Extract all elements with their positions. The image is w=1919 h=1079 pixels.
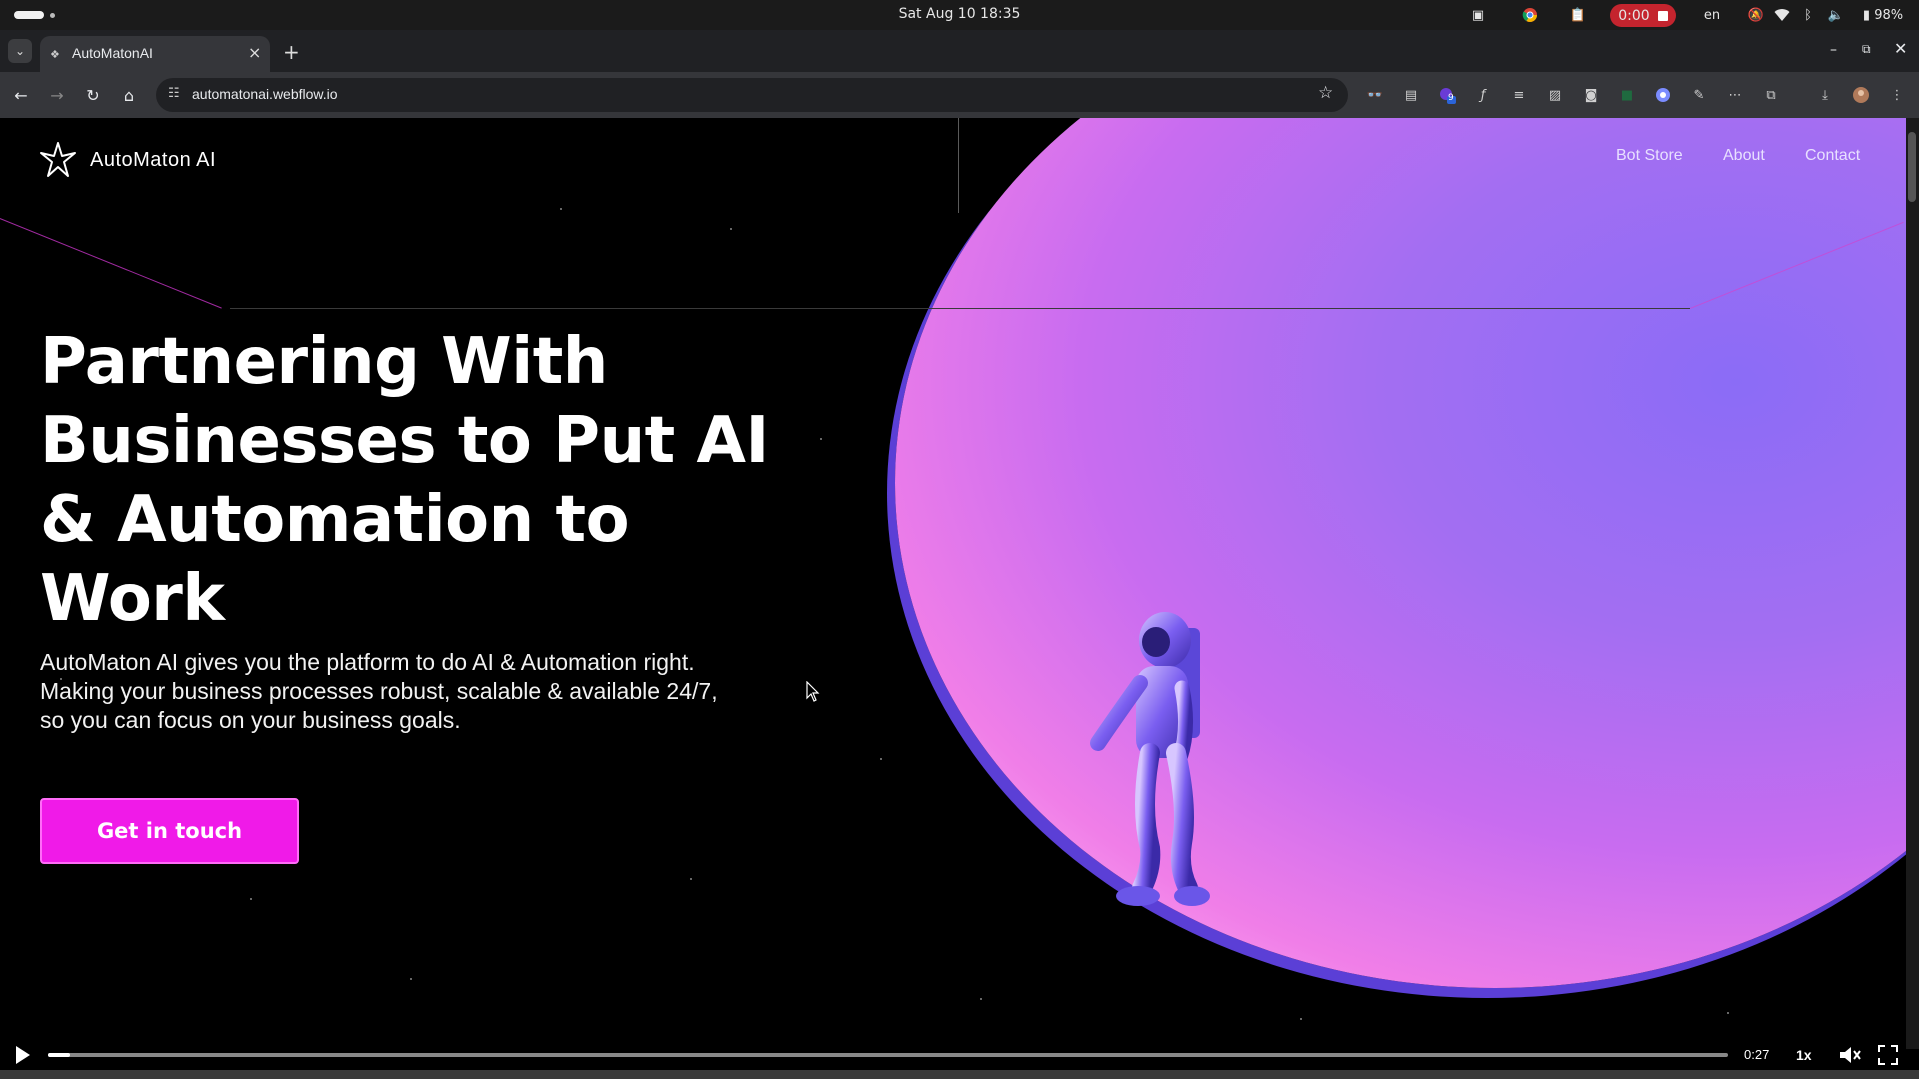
stop-icon bbox=[1657, 10, 1668, 21]
muted-volume-icon[interactable] bbox=[1838, 1044, 1862, 1066]
home-icon[interactable]: ⌂ bbox=[118, 84, 140, 106]
screen-record-indicator[interactable]: 0:00 bbox=[1610, 4, 1676, 27]
planet-illustration bbox=[895, 118, 1906, 988]
video-progress-fill bbox=[48, 1053, 70, 1057]
volume-icon[interactable]: 🔈 bbox=[1828, 7, 1844, 23]
site-info-icon[interactable]: ☷ bbox=[168, 86, 180, 101]
video-progress-bar[interactable] bbox=[48, 1053, 1728, 1057]
nav-contact[interactable]: Contact bbox=[1805, 147, 1860, 165]
player-bottom-strip bbox=[0, 1070, 1919, 1079]
extension-badge: 9 bbox=[1448, 93, 1454, 103]
extensions-puzzle-icon[interactable]: ⧉ bbox=[1762, 86, 1780, 104]
description-line: so you can focus on your business goals. bbox=[40, 707, 461, 733]
reload-icon[interactable]: ↻ bbox=[82, 84, 104, 106]
site-favicon-icon: ❖ bbox=[50, 48, 60, 61]
description-line: Making your business processes robust, s… bbox=[40, 678, 718, 704]
sparkle-logo-icon bbox=[40, 142, 76, 177]
get-in-touch-button[interactable]: Get in touch bbox=[40, 798, 299, 864]
screenshot-tray-icon[interactable]: ▣ bbox=[1470, 7, 1486, 23]
bookmark-star-icon[interactable]: ☆ bbox=[1318, 83, 1333, 103]
address-bar[interactable]: ☷ automatonai.webflow.io ☆ bbox=[156, 78, 1348, 112]
minimize-window-icon[interactable]: – bbox=[1830, 42, 1837, 58]
mouse-cursor-icon bbox=[806, 681, 820, 702]
back-icon[interactable]: ← bbox=[10, 84, 32, 106]
browser-tab[interactable]: ❖ AutoMatonAI × bbox=[40, 36, 270, 72]
page-scrollbar[interactable] bbox=[1906, 118, 1919, 1049]
dots-extension-icon[interactable]: ⋯ bbox=[1726, 86, 1744, 104]
formula-extension-icon[interactable]: ƒ bbox=[1474, 86, 1492, 104]
playback-speed-button[interactable]: 1x bbox=[1796, 1047, 1812, 1063]
green-extension-icon[interactable]: ■ bbox=[1618, 86, 1636, 104]
camera-extension-icon[interactable]: ◙ bbox=[1582, 86, 1600, 104]
circle-extension-icon[interactable] bbox=[1654, 86, 1672, 104]
bluetooth-icon[interactable]: ᛒ bbox=[1800, 7, 1816, 23]
battery-indicator[interactable]: ▮ 98% bbox=[1856, 7, 1910, 23]
pen-extension-icon[interactable]: ✎ bbox=[1690, 86, 1708, 104]
tab-search-button[interactable]: ⌄ bbox=[8, 39, 32, 63]
headline-line: & Automation to bbox=[40, 483, 630, 557]
forward-icon[interactable]: → bbox=[46, 84, 68, 106]
description-line: AutoMaton AI gives you the platform to d… bbox=[40, 649, 695, 675]
text-lines-extension-icon[interactable]: ≡ bbox=[1510, 86, 1528, 104]
play-icon[interactable] bbox=[14, 1045, 32, 1065]
battery-icon: ▮ bbox=[1862, 7, 1871, 23]
wifi-icon[interactable] bbox=[1774, 7, 1790, 23]
image-extension-icon[interactable]: ▨ bbox=[1546, 86, 1564, 104]
hero-headline: Partnering With Businesses to Put AI & A… bbox=[40, 323, 800, 639]
url-text[interactable]: automatonai.webflow.io bbox=[192, 86, 338, 102]
video-time: 0:27 bbox=[1744, 1047, 1770, 1062]
downloads-icon[interactable]: ⤓ bbox=[1816, 86, 1834, 104]
webpage: AutoMaton AI Bot Store About Contact Par… bbox=[0, 118, 1906, 1049]
profile-avatar[interactable] bbox=[1852, 86, 1870, 104]
fullscreen-icon[interactable] bbox=[1878, 1045, 1898, 1065]
headline-line: Work bbox=[40, 562, 225, 636]
chrome-tray-icon[interactable] bbox=[1522, 7, 1538, 23]
new-tab-button[interactable]: + bbox=[283, 40, 300, 64]
hero-description: AutoMaton AI gives you the platform to d… bbox=[40, 648, 820, 735]
nav-about[interactable]: About bbox=[1723, 147, 1765, 165]
reading-glasses-extension-icon[interactable]: 👓 bbox=[1366, 86, 1384, 104]
nav-bot-store[interactable]: Bot Store bbox=[1616, 147, 1683, 165]
document-extension-icon[interactable]: ▤ bbox=[1402, 86, 1420, 104]
decorative-line bbox=[230, 308, 1690, 309]
decorative-diagonal-line bbox=[0, 214, 222, 309]
browser-menu-icon[interactable]: ⋮ bbox=[1888, 86, 1906, 104]
restore-window-icon[interactable]: ⧉ bbox=[1862, 42, 1871, 57]
record-time: 0:00 bbox=[1618, 7, 1650, 24]
headline-line: Partnering With bbox=[40, 325, 608, 399]
close-tab-icon[interactable]: × bbox=[248, 43, 261, 62]
headline-line: Businesses to Put AI bbox=[40, 404, 769, 478]
language-indicator[interactable]: en bbox=[1700, 7, 1724, 23]
clipboard-tray-icon[interactable]: 📋 bbox=[1570, 7, 1586, 23]
browser-tab-bar: ⌄ ❖ AutoMatonAI × + – ⧉ ✕ bbox=[0, 30, 1919, 72]
decorative-vertical-line bbox=[958, 118, 959, 213]
os-top-bar: Sat Aug 10 18:35 ▣ 📋 0:00 en 🔕 ᛒ 🔈 ▮ 98% bbox=[0, 0, 1919, 30]
battery-percent: 98% bbox=[1874, 7, 1904, 23]
purple-extension-icon[interactable]: 9 bbox=[1438, 86, 1456, 104]
brand-name: AutoMaton AI bbox=[90, 148, 217, 171]
scrollbar-thumb[interactable] bbox=[1908, 132, 1916, 202]
tab-title: AutoMatonAI bbox=[72, 45, 153, 61]
browser-toolbar: ← → ↻ ⌂ ☷ automatonai.webflow.io ☆ 👓 ▤ 9… bbox=[0, 72, 1919, 118]
site-logo[interactable]: AutoMaton AI bbox=[38, 140, 216, 180]
close-window-icon[interactable]: ✕ bbox=[1894, 39, 1907, 58]
astronaut-illustration bbox=[1090, 612, 1210, 906]
notifications-off-icon[interactable]: 🔕 bbox=[1748, 7, 1764, 23]
